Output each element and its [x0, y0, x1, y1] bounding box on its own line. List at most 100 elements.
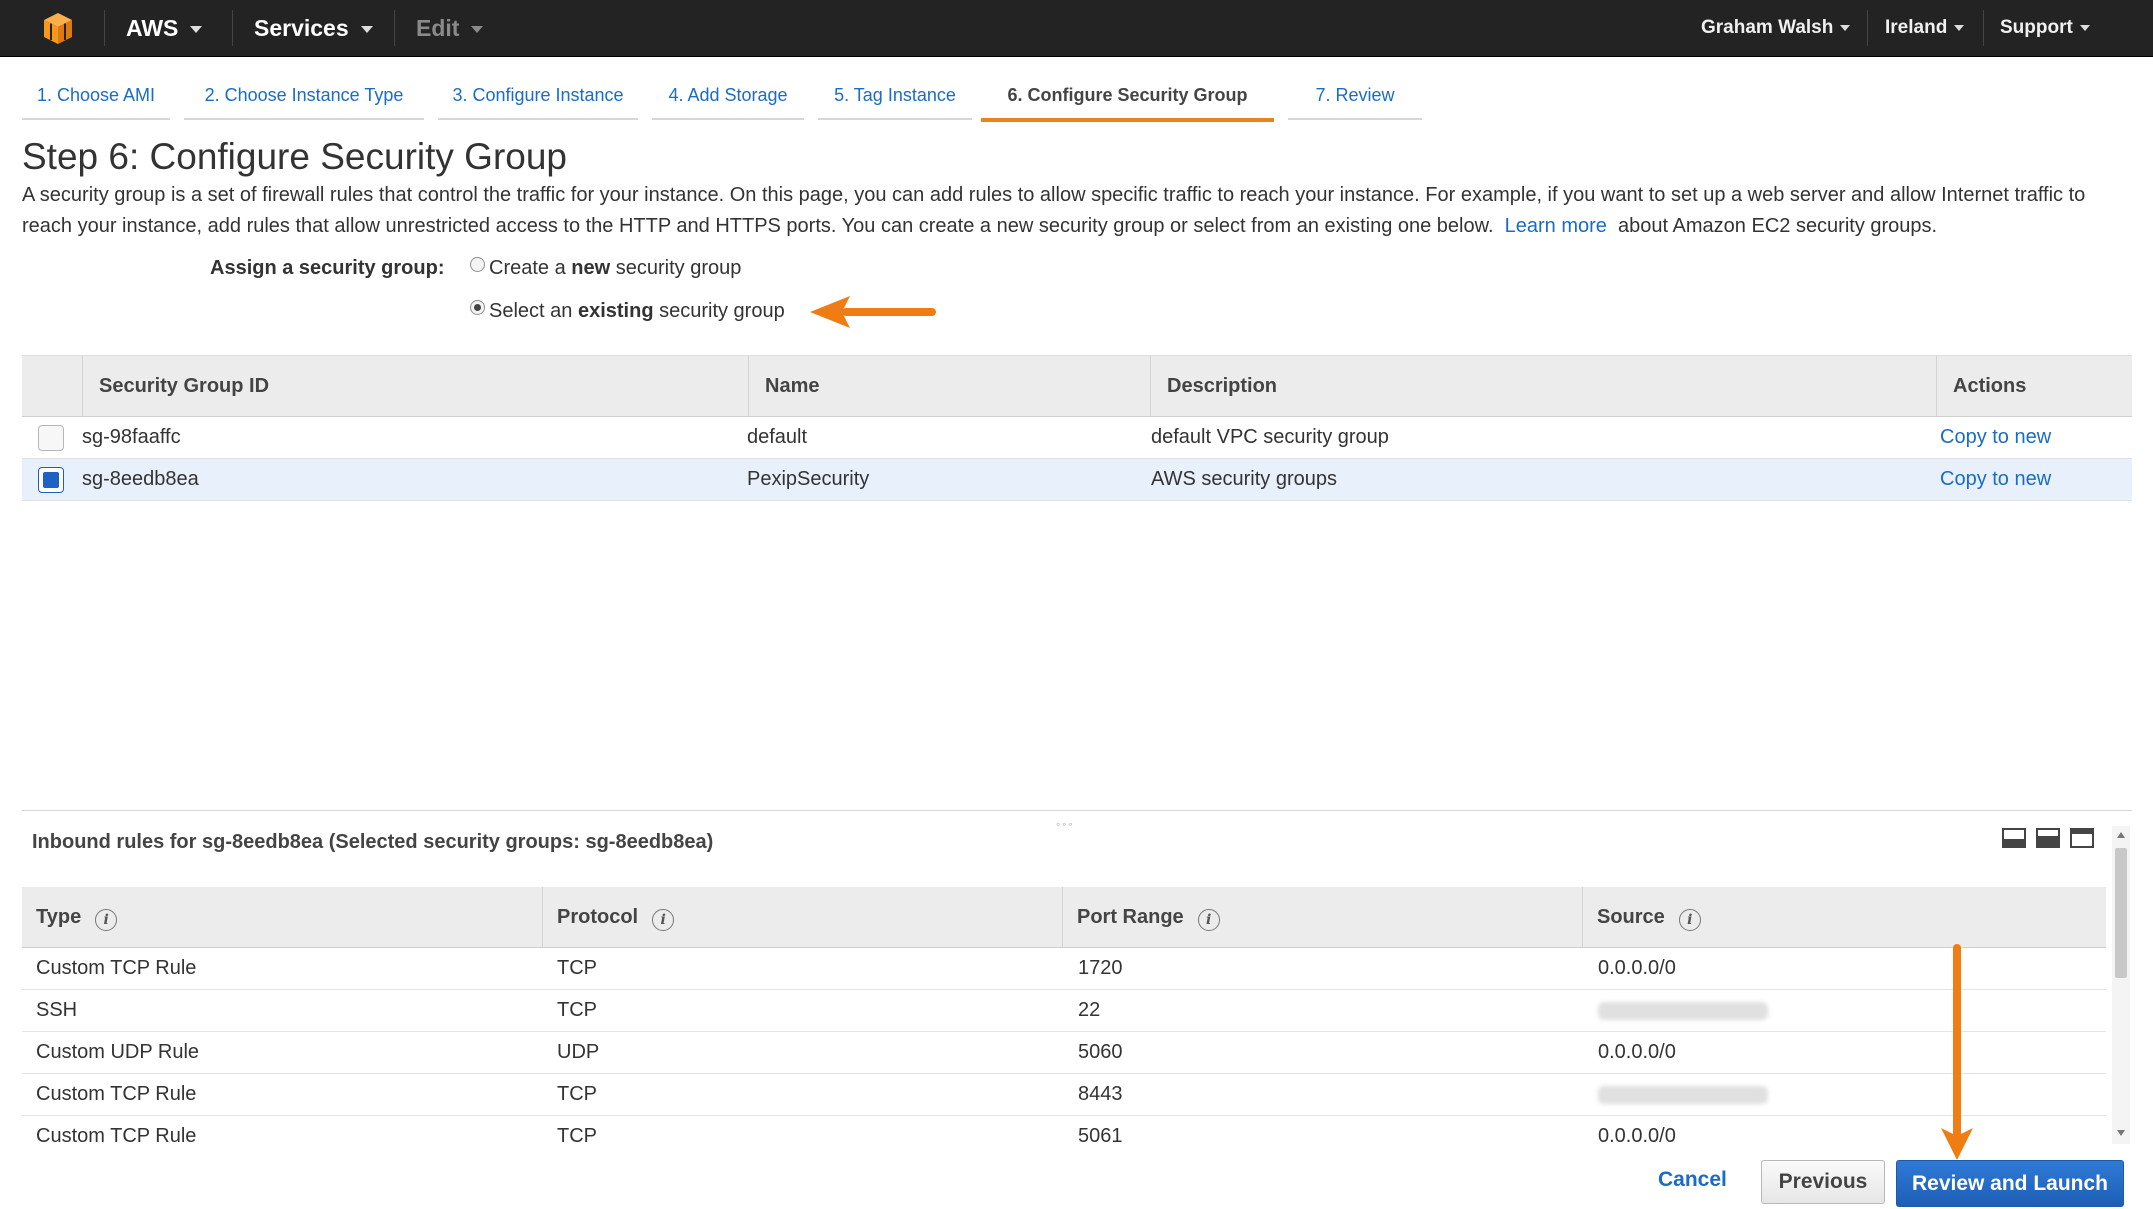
chevron-down-icon — [1840, 24, 1851, 31]
security-group-id: sg-8eedb8ea — [82, 468, 199, 490]
tab-choose-instance-type[interactable]: 2. Choose Instance Type — [184, 78, 424, 120]
redacted-blur — [1598, 1002, 1768, 1020]
redacted-blur — [1598, 1086, 1768, 1104]
row-checkbox[interactable] — [38, 425, 64, 451]
support-menu-label: Support — [2000, 17, 2073, 38]
rule-source-redacted — [1598, 1074, 1768, 1115]
info-icon[interactable]: i — [1678, 909, 1701, 931]
previous-button[interactable]: Previous — [1761, 1160, 1885, 1204]
rule-protocol: TCP — [557, 1125, 597, 1147]
tab-configure-instance[interactable]: 3. Configure Instance — [438, 78, 638, 120]
intro-tail-text: about Amazon EC2 security groups. — [1618, 215, 1938, 237]
rule-source-redacted — [1598, 990, 1768, 1031]
table-row: Custom TCP Rule TCP 5061 0.0.0.0/0 — [22, 1116, 2106, 1149]
radio-button[interactable] — [470, 257, 485, 272]
column-header-label: Source — [1597, 906, 1665, 928]
chevron-down-icon — [1954, 24, 1965, 31]
tab-review[interactable]: 7. Review — [1288, 78, 1422, 120]
table-row-selected[interactable]: sg-8eedb8ea PexipSecurity AWS security g… — [22, 459, 2132, 501]
chevron-down-icon — [190, 26, 203, 34]
security-group-description: default VPC security group — [1151, 426, 1389, 448]
pane-size-controls — [1992, 828, 2094, 853]
chevron-down-icon — [2079, 24, 2090, 31]
services-menu[interactable]: Services — [254, 0, 373, 56]
services-menu-label: Services — [254, 15, 349, 41]
top-navigation-bar: AWS Services Edit Graham Walsh Ireland S… — [0, 0, 2153, 57]
table-row: SSH TCP 22 — [22, 990, 2106, 1032]
tab-choose-ami[interactable]: 1. Choose AMI — [22, 78, 170, 120]
radio-label-post: security group — [653, 300, 785, 322]
radio-label-bold: new — [571, 257, 611, 279]
security-group-name: default — [747, 426, 808, 448]
cancel-button[interactable]: Cancel — [1658, 1168, 1727, 1192]
radio-label-post: security group — [610, 257, 742, 279]
column-header-label: Port Range — [1077, 906, 1184, 928]
scroll-down-arrow-icon[interactable] — [2117, 1130, 2125, 1136]
learn-more-link[interactable]: Learn more — [1505, 215, 1607, 237]
radio-create-new-security-group[interactable]: Create a new security group — [470, 257, 741, 280]
copy-to-new-link[interactable]: Copy to new — [1940, 417, 2051, 458]
rule-type: SSH — [36, 999, 78, 1021]
rule-source: 0.0.0.0/0 — [1598, 1041, 1676, 1063]
nav-divider — [1983, 10, 1984, 46]
column-header-port-range: Port Range i — [1062, 887, 1582, 947]
table-row: Custom TCP Rule TCP 1720 0.0.0.0/0 — [22, 948, 2106, 990]
support-menu[interactable]: Support — [2000, 0, 2090, 56]
inbound-rules-scrollbar[interactable] — [2112, 826, 2130, 1144]
info-icon[interactable]: i — [95, 909, 118, 931]
rule-type: Custom TCP Rule — [36, 1125, 197, 1147]
table-row[interactable]: sg-98faaffc default default VPC security… — [22, 417, 2132, 459]
rule-port-range: 5060 — [1078, 1041, 1123, 1063]
rule-port-range: 5061 — [1078, 1125, 1123, 1147]
nav-divider — [232, 10, 233, 46]
column-header-name[interactable]: Name — [748, 356, 1152, 416]
rule-port-range: 8443 — [1078, 1083, 1123, 1105]
info-icon[interactable]: i — [1197, 909, 1220, 931]
tab-tag-instance[interactable]: 5. Tag Instance — [818, 78, 972, 120]
radio-label-bold: existing — [577, 300, 654, 322]
rule-type: Custom TCP Rule — [36, 957, 197, 979]
column-header-label: Type — [36, 906, 82, 928]
pane-half-icon[interactable] — [2036, 828, 2060, 848]
nav-divider — [1867, 10, 1868, 46]
aws-menu[interactable]: AWS — [126, 0, 203, 56]
nav-divider — [104, 10, 105, 46]
rule-type: Custom UDP Rule — [36, 1041, 200, 1063]
pane-minimize-icon[interactable] — [2002, 828, 2026, 848]
scroll-up-arrow-icon[interactable] — [2117, 832, 2125, 838]
review-and-launch-button[interactable]: Review and Launch — [1896, 1160, 2124, 1207]
copy-to-new-link[interactable]: Copy to new — [1940, 459, 2051, 500]
table-header: Security Group ID Name Description Actio… — [22, 355, 2132, 417]
edit-menu[interactable]: Edit — [416, 0, 484, 56]
tab-add-storage[interactable]: 4. Add Storage — [652, 78, 804, 120]
column-header-protocol: Protocol i — [542, 887, 1062, 947]
rule-port-range: 22 — [1078, 999, 1101, 1021]
row-checkbox-checked[interactable] — [38, 467, 64, 493]
radio-select-existing-security-group[interactable]: Select an existing security group — [470, 300, 785, 323]
intro-paragraph: A security group is a set of firewall ru… — [22, 180, 2137, 242]
pane-maximize-icon[interactable] — [2070, 828, 2094, 848]
column-header-security-group-id[interactable]: Security Group ID — [82, 356, 770, 416]
radio-label-pre: Create a — [489, 257, 572, 279]
assign-security-group-label: Assign a security group: — [210, 257, 445, 279]
column-header-description[interactable]: Description — [1150, 356, 1938, 416]
aws-cube-icon[interactable] — [40, 10, 76, 46]
inbound-rules-pane: ◦◦◦ Inbound rules for sg-8eedb8ea (Selec… — [22, 810, 2132, 1149]
radio-label-pre: Select an — [489, 300, 578, 322]
table-row: Custom UDP Rule UDP 5060 0.0.0.0/0 — [22, 1032, 2106, 1074]
scroll-thumb[interactable] — [2115, 848, 2127, 978]
rule-source: 0.0.0.0/0 — [1598, 957, 1676, 979]
tab-configure-security-group[interactable]: 6. Configure Security Group — [981, 78, 1274, 122]
aws-menu-label: AWS — [126, 15, 179, 41]
edit-menu-label: Edit — [416, 15, 460, 41]
region-menu[interactable]: Ireland — [1885, 0, 1965, 56]
region-menu-label: Ireland — [1885, 17, 1948, 38]
info-icon[interactable]: i — [652, 909, 675, 931]
page-title: Step 6: Configure Security Group — [22, 136, 568, 177]
user-menu[interactable]: Graham Walsh — [1701, 0, 1851, 56]
inbound-rules-title: Inbound rules for sg-8eedb8ea (Selected … — [32, 831, 714, 853]
security-groups-table: Security Group ID Name Description Actio… — [22, 355, 2132, 501]
radio-button-checked[interactable] — [470, 300, 485, 315]
rule-protocol: TCP — [557, 957, 597, 979]
resize-grip[interactable]: ◦◦◦ — [1056, 817, 1075, 831]
